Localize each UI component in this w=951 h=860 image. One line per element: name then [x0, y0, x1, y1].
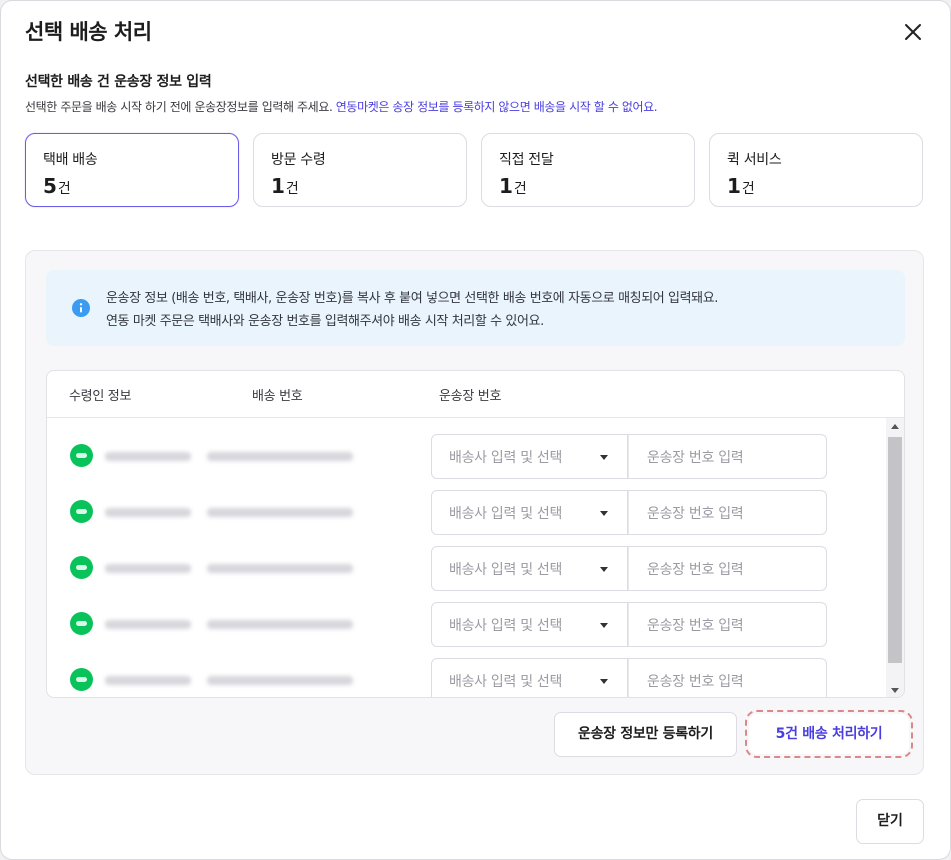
courier-select[interactable]: 배송사 입력 및 선택 — [431, 546, 628, 591]
process-shipment-button[interactable]: 5건 배송 처리하기 — [745, 710, 913, 758]
stat-value: 1건 — [727, 174, 755, 198]
scroll-down-arrow-icon[interactable] — [891, 688, 899, 693]
chevron-down-icon — [600, 455, 608, 460]
tracking-input[interactable]: 운송장 번호 입력 — [628, 546, 827, 591]
market-avatar — [70, 444, 93, 467]
market-avatar — [70, 500, 93, 523]
tracking-placeholder: 운송장 번호 입력 — [647, 450, 744, 466]
shipment-number — [207, 452, 353, 461]
column-header-tracking-no: 운송장 번호 — [439, 389, 502, 404]
tracking-panel: 운송장 정보 (배송 번호, 택배사, 운송장 번호)를 복사 후 붙여 넣으면… — [25, 250, 924, 775]
tracking-placeholder: 운송장 번호 입력 — [647, 562, 744, 578]
scroll-up-arrow-icon[interactable] — [891, 424, 899, 429]
courier-placeholder: 배송사 입력 및 선택 — [449, 450, 563, 466]
courier-select[interactable]: 배송사 입력 및 선택 — [431, 434, 628, 479]
recipient-info — [105, 676, 191, 685]
tracking-table: 수령인 정보 배송 번호 운송장 번호 배송사 입력 및 선택 운송장 번호 입… — [46, 370, 905, 698]
section-description: 선택한 주문을 배송 시작 하기 전에 운송장정보를 입력해 주세요. 연동마켓… — [25, 98, 658, 115]
table-scrollbar[interactable] — [886, 418, 904, 697]
shipment-number — [207, 676, 353, 685]
stat-label: 방문 수령 — [271, 152, 326, 168]
courier-placeholder: 배송사 입력 및 선택 — [449, 674, 563, 690]
stat-value: 1건 — [499, 174, 527, 198]
tracking-placeholder: 운송장 번호 입력 — [647, 674, 744, 690]
info-line: 연동 마켓 주문은 택배사와 운송장 번호를 입력해주셔야 배송 시작 처리할 … — [106, 314, 544, 329]
table-row: 배송사 입력 및 선택 운송장 번호 입력 — [47, 483, 886, 535]
description-text: 선택한 주문을 배송 시작 하기 전에 운송장정보를 입력해 주세요. — [25, 100, 336, 114]
stat-unit: 건 — [57, 181, 71, 197]
market-avatar — [70, 612, 93, 635]
courier-select[interactable]: 배송사 입력 및 선택 — [431, 658, 628, 697]
stat-count: 1 — [727, 174, 741, 198]
close-button[interactable] — [898, 17, 928, 47]
register-tracking-only-button[interactable]: 운송장 정보만 등록하기 — [554, 712, 737, 757]
stat-label: 퀵 서비스 — [727, 152, 782, 168]
stat-card-quick[interactable]: 퀵 서비스 1건 — [709, 133, 923, 207]
column-header-shipment-no: 배송 번호 — [252, 389, 303, 404]
chevron-down-icon — [600, 511, 608, 516]
stat-unit: 건 — [513, 181, 527, 197]
description-warning: 연동마켓은 송장 정보를 등록하지 않으면 배송을 시작 할 수 없어요. — [335, 100, 658, 114]
courier-select[interactable]: 배송사 입력 및 선택 — [431, 602, 628, 647]
courier-placeholder: 배송사 입력 및 선택 — [449, 506, 563, 522]
info-line: 운송장 정보 (배송 번호, 택배사, 운송장 번호)를 복사 후 붙여 넣으면… — [106, 291, 719, 306]
section-title: 선택한 배송 건 운송장 정보 입력 — [25, 74, 212, 90]
close-dialog-button[interactable]: 닫기 — [856, 799, 924, 844]
market-avatar — [70, 668, 93, 691]
table-header: 수령인 정보 배송 번호 운송장 번호 — [47, 371, 904, 418]
close-icon — [905, 24, 921, 40]
chevron-down-icon — [600, 623, 608, 628]
stat-value: 5건 — [43, 174, 71, 198]
chevron-down-icon — [600, 567, 608, 572]
recipient-info — [105, 620, 191, 629]
stat-card-direct[interactable]: 직접 전달 1건 — [481, 133, 695, 207]
stat-card-pickup[interactable]: 방문 수령 1건 — [253, 133, 467, 207]
process-shipment-label: 5건 배송 처리하기 — [749, 714, 909, 754]
stat-value: 1건 — [271, 174, 299, 198]
shipment-dialog: 선택 배송 처리 선택한 배송 건 운송장 정보 입력 선택한 주문을 배송 시… — [0, 0, 951, 860]
shipment-number — [207, 508, 353, 517]
table-row: 배송사 입력 및 선택 운송장 번호 입력 — [47, 427, 886, 479]
stat-unit: 건 — [285, 181, 299, 197]
shipment-number — [207, 564, 353, 573]
table-row: 배송사 입력 및 선택 운송장 번호 입력 — [47, 595, 886, 647]
market-avatar — [70, 556, 93, 579]
chevron-down-icon — [600, 679, 608, 684]
tracking-placeholder: 운송장 번호 입력 — [647, 618, 744, 634]
tracking-input[interactable]: 운송장 번호 입력 — [628, 434, 827, 479]
tracking-input[interactable]: 운송장 번호 입력 — [628, 602, 827, 647]
table-row: 배송사 입력 및 선택 운송장 번호 입력 — [47, 539, 886, 591]
tracking-input[interactable]: 운송장 번호 입력 — [628, 490, 827, 535]
info-text: 운송장 정보 (배송 번호, 택배사, 운송장 번호)를 복사 후 붙여 넣으면… — [106, 287, 718, 333]
info-icon — [72, 299, 90, 317]
courier-placeholder: 배송사 입력 및 선택 — [449, 562, 563, 578]
courier-select[interactable]: 배송사 입력 및 선택 — [431, 490, 628, 535]
stat-label: 직접 전달 — [499, 152, 554, 168]
recipient-info — [105, 564, 191, 573]
stat-unit: 건 — [741, 181, 755, 197]
scroll-thumb[interactable] — [888, 437, 902, 663]
table-row: 배송사 입력 및 선택 운송장 번호 입력 — [47, 651, 886, 697]
recipient-info — [105, 508, 191, 517]
stat-label: 택배 배송 — [43, 152, 98, 168]
column-header-recipient: 수령인 정보 — [69, 389, 132, 404]
info-banner: 운송장 정보 (배송 번호, 택배사, 운송장 번호)를 복사 후 붙여 넣으면… — [46, 270, 905, 346]
stat-card-parcel[interactable]: 택배 배송 5건 — [25, 133, 239, 207]
shipment-number — [207, 620, 353, 629]
courier-placeholder: 배송사 입력 및 선택 — [449, 618, 563, 634]
tracking-input[interactable]: 운송장 번호 입력 — [628, 658, 827, 697]
dialog-title: 선택 배송 처리 — [25, 20, 152, 44]
stat-count: 5 — [43, 174, 57, 198]
recipient-info — [105, 452, 191, 461]
stat-count: 1 — [499, 174, 513, 198]
stat-count: 1 — [271, 174, 285, 198]
tracking-placeholder: 운송장 번호 입력 — [647, 506, 744, 522]
